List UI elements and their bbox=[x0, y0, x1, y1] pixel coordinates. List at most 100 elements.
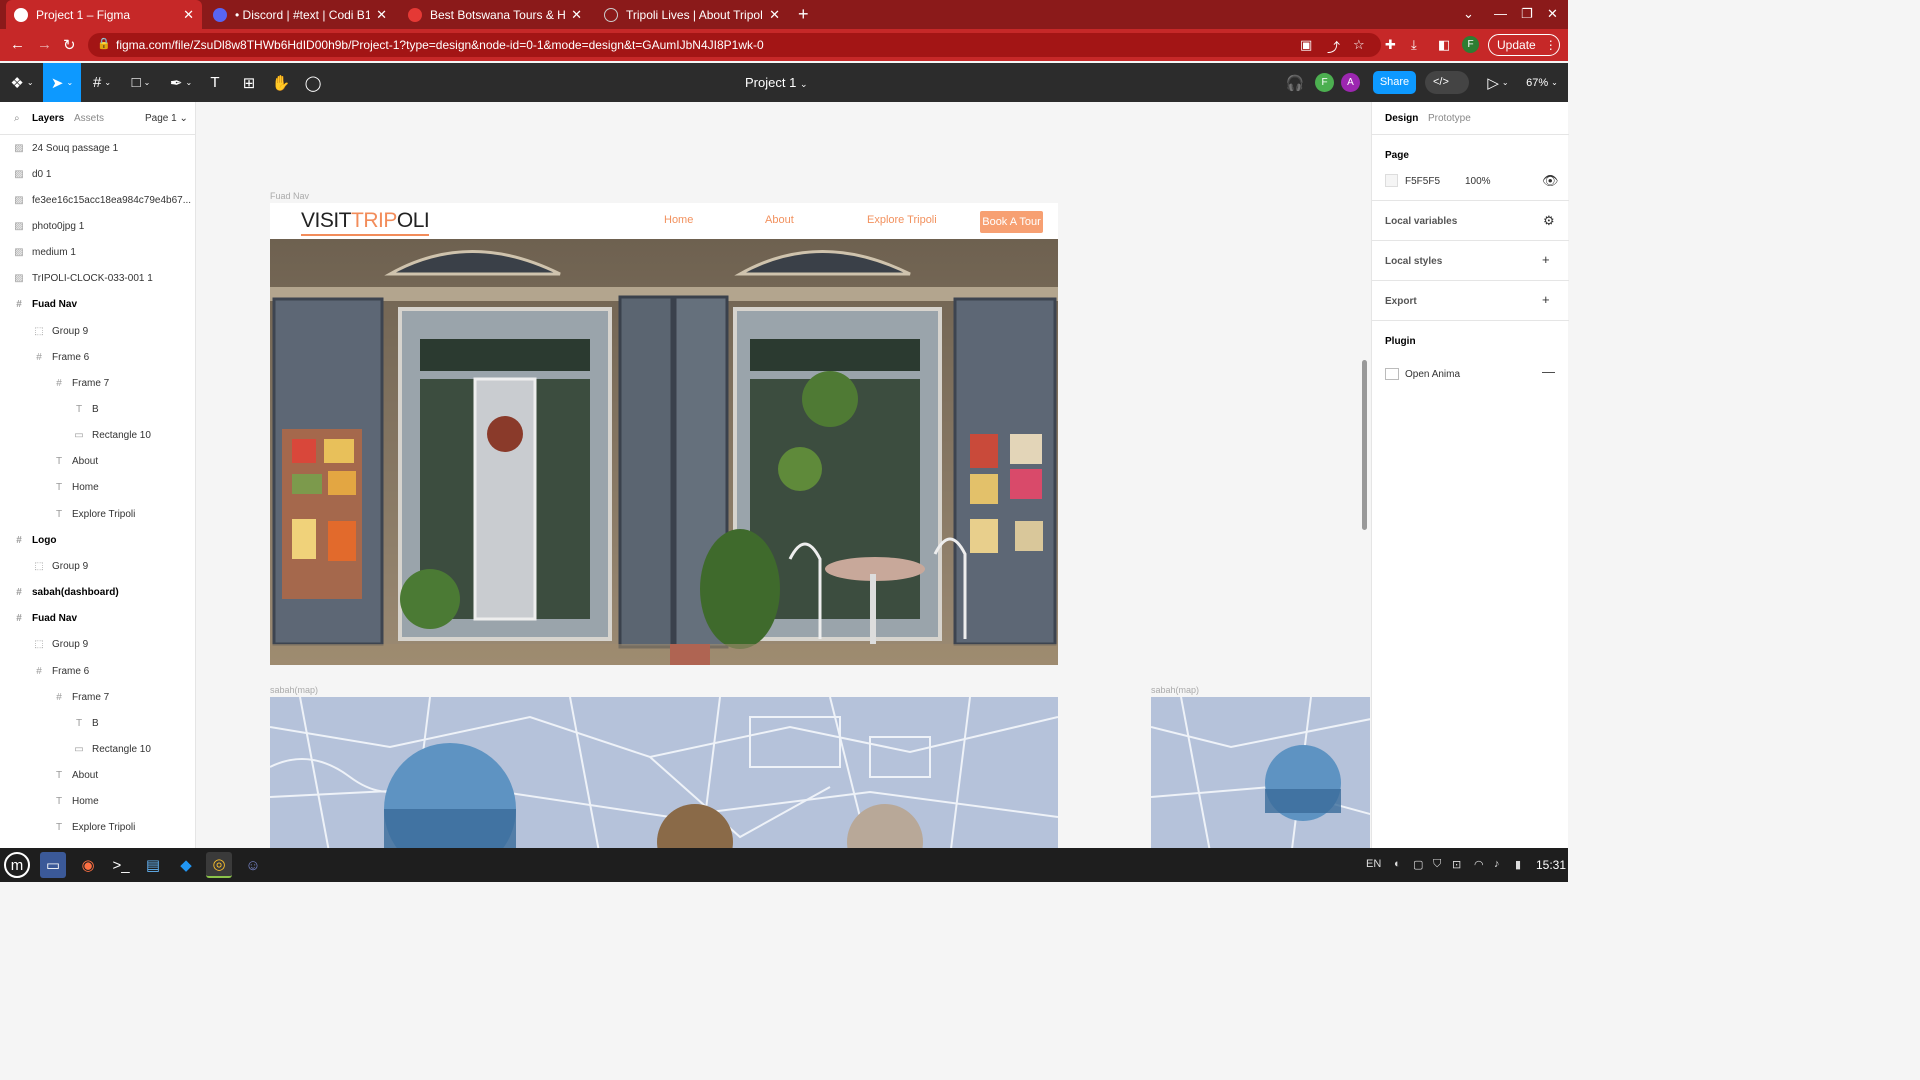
layer-row[interactable]: ⬚ Group 9 bbox=[32, 632, 88, 658]
layer-row[interactable]: ▨ fe3ee16c15acc18ea984c79e4b67... bbox=[12, 187, 191, 213]
display-icon[interactable]: ⊡ bbox=[1452, 858, 1461, 871]
layer-row[interactable]: ▨ TrIPOLI-CLOCK-033-001 1 bbox=[12, 266, 153, 292]
plugin-open-anima[interactable]: Open Anima bbox=[1405, 369, 1460, 380]
frame-label[interactable]: Fuad Nav bbox=[270, 191, 309, 201]
share-icon[interactable]: ⤴ bbox=[1327, 37, 1340, 56]
battery-icon[interactable]: ▮ bbox=[1515, 858, 1521, 871]
close-icon[interactable]: ✕ bbox=[769, 7, 780, 23]
terminal-icon[interactable]: >_ bbox=[108, 852, 134, 878]
firefox-icon[interactable]: ◉ bbox=[75, 852, 101, 878]
hand-tool-icon[interactable]: ✋ bbox=[269, 63, 293, 102]
close-icon[interactable]: ✕ bbox=[183, 7, 194, 23]
extensions-icon[interactable]: ✚ bbox=[1385, 37, 1396, 53]
add-export-icon[interactable]: + bbox=[1542, 292, 1550, 307]
page-selector[interactable]: Page 1 ⌄ bbox=[145, 113, 188, 124]
headphones-icon[interactable]: 🎧 bbox=[1284, 63, 1306, 102]
collaborator-avatar[interactable]: F bbox=[1315, 73, 1334, 92]
dev-mode-toggle[interactable]: </> bbox=[1425, 71, 1469, 94]
minimize-icon[interactable]: — bbox=[1494, 6, 1507, 21]
window-close-icon[interactable]: ✕ bbox=[1547, 6, 1558, 22]
nav-frame[interactable]: VISITTRIPOLI Home About Explore Tripoli … bbox=[270, 203, 1058, 239]
share-button[interactable]: Share bbox=[1373, 71, 1416, 94]
kebab-menu-icon[interactable]: ⋮ bbox=[1545, 38, 1557, 52]
pen-tool-icon[interactable]: ✒ ⌄ bbox=[164, 63, 198, 102]
eye-icon[interactable]: 👁 bbox=[1542, 173, 1559, 189]
present-icon[interactable]: ▷ ⌄ bbox=[1484, 63, 1512, 102]
layer-row[interactable]: ▨ medium 1 bbox=[12, 240, 76, 266]
layer-row[interactable]: T Explore Tripoli bbox=[52, 501, 135, 527]
profile-avatar[interactable]: F bbox=[1462, 36, 1479, 53]
canvas-scrollbar[interactable] bbox=[1362, 360, 1367, 530]
page-opacity-value[interactable]: 100% bbox=[1465, 176, 1491, 187]
tab-layers[interactable]: Layers bbox=[32, 113, 64, 124]
tab-prototype[interactable]: Prototype bbox=[1428, 113, 1471, 124]
clock[interactable]: 15:31 bbox=[1536, 858, 1566, 872]
page-color-swatch[interactable] bbox=[1385, 174, 1398, 187]
layer-row[interactable]: ⬚ Group 9 bbox=[32, 318, 88, 344]
layer-row[interactable]: TB bbox=[72, 710, 99, 736]
tab-botswana[interactable]: Best Botswana Tours & Holida ✕ bbox=[400, 0, 590, 29]
layer-row[interactable]: ▭ Rectangle 10 bbox=[72, 736, 151, 762]
discord-icon[interactable]: ☺ bbox=[240, 852, 266, 878]
design-canvas[interactable]: Fuad Nav VISITTRIPOLI Home About Explore… bbox=[197, 102, 1370, 848]
layer-row[interactable]: T Explore Tripoli bbox=[52, 815, 135, 841]
layer-row[interactable]: # Fuad Nav bbox=[12, 292, 77, 318]
page-color-value[interactable]: F5F5F5 bbox=[1405, 176, 1440, 187]
layer-row[interactable]: ▨ 24 Souq passage 1 bbox=[12, 135, 118, 161]
chrome-icon[interactable]: ◎ bbox=[206, 852, 232, 878]
layer-row[interactable]: TB bbox=[72, 397, 99, 423]
reload-icon[interactable]: ↻ bbox=[63, 36, 76, 54]
back-icon[interactable]: ← bbox=[10, 36, 25, 53]
nav-about[interactable]: About bbox=[765, 214, 794, 226]
folder-icon[interactable]: ▤ bbox=[140, 852, 166, 878]
volume-icon[interactable]: ♪ bbox=[1494, 858, 1500, 870]
layer-row[interactable]: ▨ d0 1 bbox=[12, 161, 51, 187]
move-tool-icon[interactable]: ➤ ⌄ bbox=[43, 63, 81, 102]
layer-row[interactable]: ▨ photo0jpg 1 bbox=[12, 213, 84, 239]
layer-row[interactable]: T Home bbox=[52, 789, 99, 815]
maximize-icon[interactable]: ❐ bbox=[1521, 6, 1533, 22]
tab-design[interactable]: Design bbox=[1385, 113, 1418, 124]
add-style-icon[interactable]: + bbox=[1542, 252, 1550, 267]
download-icon[interactable]: ⤓ bbox=[1411, 37, 1417, 53]
zoom-dropdown[interactable]: 67% ⌄ bbox=[1522, 63, 1562, 102]
mint-menu-icon[interactable]: m bbox=[4, 852, 30, 878]
layer-row[interactable]: # Frame 6 bbox=[32, 344, 89, 370]
shape-tool-icon[interactable]: □ ⌄ bbox=[124, 63, 158, 102]
tab-figma-project[interactable]: Project 1 – Figma ✕ bbox=[6, 0, 202, 29]
project-title[interactable]: Project 1 ⌄ bbox=[745, 75, 807, 90]
search-icon[interactable]: ⌕ bbox=[14, 113, 20, 124]
new-tab-button[interactable]: + bbox=[798, 4, 809, 25]
frame-tool-icon[interactable]: # ⌄ bbox=[86, 63, 118, 102]
lock-icon[interactable]: 🔒 bbox=[97, 37, 111, 50]
bookmark-star-icon[interactable]: ☆ bbox=[1353, 37, 1365, 53]
variables-settings-icon[interactable]: ⚙ bbox=[1543, 213, 1555, 229]
layer-row[interactable]: # sabah(dashboard) bbox=[12, 580, 118, 606]
language-indicator[interactable]: EN bbox=[1366, 858, 1381, 870]
figma-main-menu-icon[interactable]: ❖ ⌄ bbox=[4, 63, 40, 102]
layer-row[interactable]: # Logo bbox=[12, 527, 56, 553]
remove-plugin-icon[interactable]: — bbox=[1542, 364, 1555, 379]
frame-label[interactable]: sabah(map) bbox=[1151, 685, 1199, 695]
comment-tool-icon[interactable]: ◯ bbox=[301, 63, 325, 102]
frame-label[interactable]: sabah(map) bbox=[270, 685, 318, 695]
update-button[interactable]: Update ⋮ bbox=[1488, 34, 1560, 56]
tab-assets[interactable]: Assets bbox=[74, 113, 104, 124]
resources-icon[interactable]: ⊞ bbox=[237, 63, 261, 102]
collaborator-avatar[interactable]: A bbox=[1341, 73, 1360, 92]
clipboard-icon[interactable]: ▢ bbox=[1413, 858, 1423, 871]
layer-row[interactable]: # Frame 7 bbox=[52, 684, 109, 710]
layer-row[interactable]: T Home bbox=[52, 475, 99, 501]
nav-explore-tripoli[interactable]: Explore Tripoli bbox=[867, 214, 937, 226]
layer-row[interactable]: ⬚ Group 9 bbox=[32, 553, 88, 579]
mic-icon[interactable]: ◐ bbox=[1394, 858, 1401, 870]
close-icon[interactable]: ✕ bbox=[376, 7, 387, 23]
layer-row[interactable]: # Frame 7 bbox=[52, 370, 109, 396]
map-frame-2[interactable] bbox=[1151, 697, 1370, 848]
wifi-icon[interactable]: ◠ bbox=[1474, 858, 1484, 871]
layer-row[interactable]: ▭ Rectangle 10 bbox=[72, 423, 151, 449]
layer-row[interactable]: T About bbox=[52, 763, 98, 789]
text-tool-icon[interactable]: T bbox=[203, 63, 227, 102]
sidepanel-icon[interactable]: ◧ bbox=[1438, 37, 1450, 53]
tab-search-icon[interactable]: ⌄ bbox=[1463, 6, 1474, 22]
